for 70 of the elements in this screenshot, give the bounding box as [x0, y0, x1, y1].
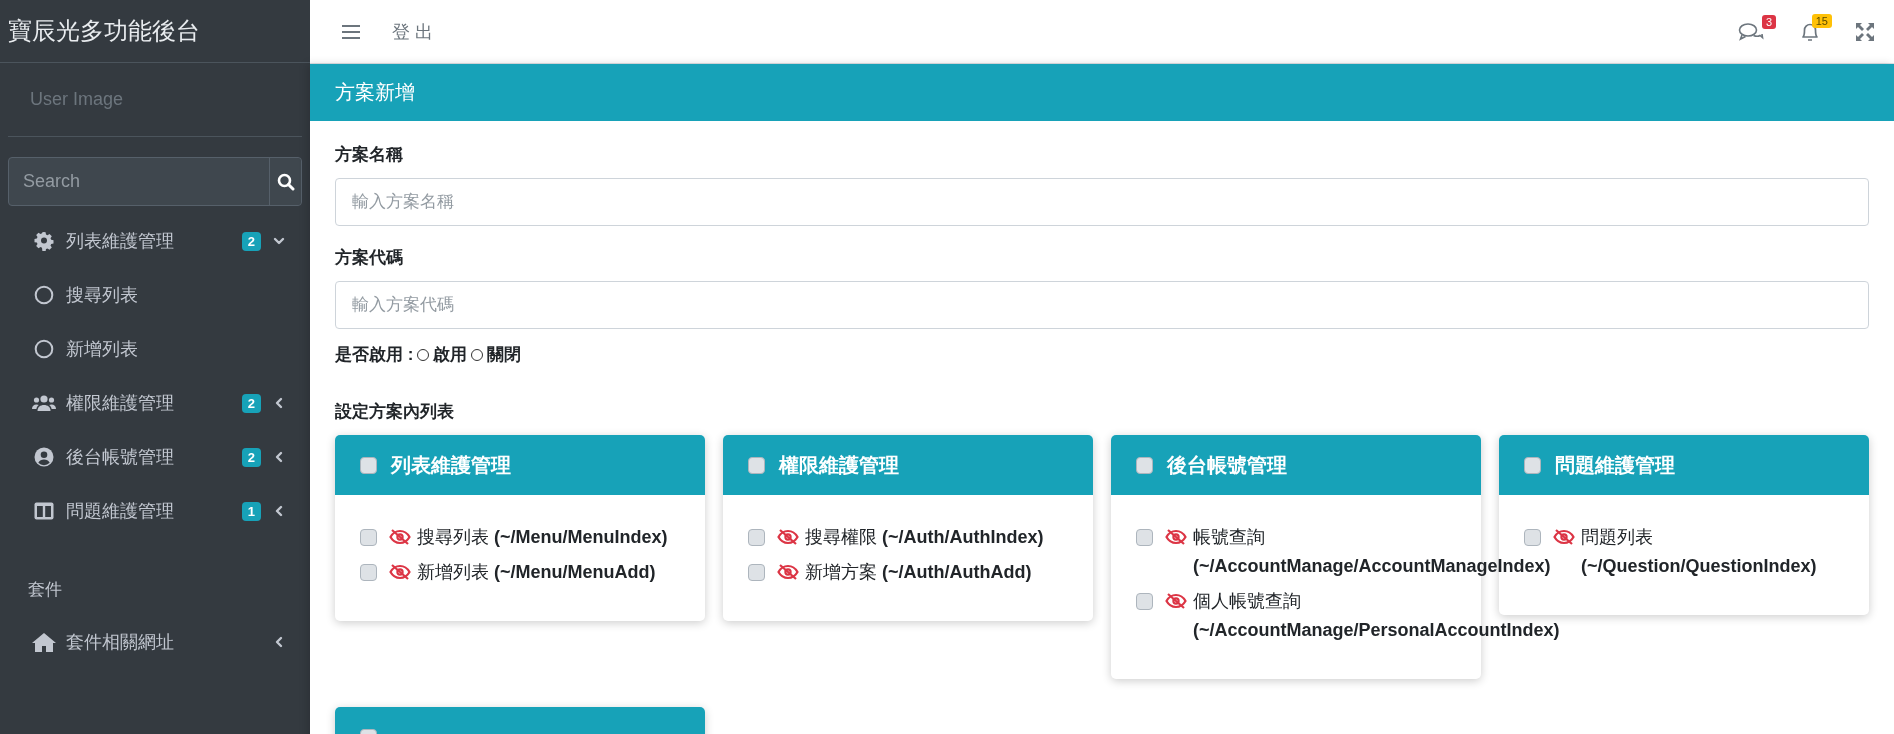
- checkbox[interactable]: [748, 529, 765, 546]
- checkbox[interactable]: [1136, 456, 1153, 474]
- search-field[interactable]: Search: [8, 157, 302, 206]
- radio-label: 啟用: [433, 344, 468, 366]
- menu-path-label: (~/Menu/MenuIndex): [494, 526, 668, 549]
- menu-item-label: 搜尋列表: [417, 526, 489, 549]
- field-label: 方案代碼: [335, 247, 404, 269]
- nav-submenu-item[interactable]: 搜尋列表: [0, 268, 310, 322]
- nav-submenu-item[interactable]: 新增列表: [0, 322, 310, 376]
- card-title: 問題維護管理: [1555, 452, 1675, 478]
- home-icon: [30, 632, 58, 652]
- menu-path-label: (~/Question/QuestionIndex): [1581, 555, 1817, 578]
- checkbox[interactable]: [1136, 529, 1153, 546]
- nav-label: 列表維護管理: [66, 230, 175, 253]
- fullscreen-icon[interactable]: [1856, 22, 1874, 41]
- field-label: 是否啟用 :: [335, 344, 414, 366]
- chat-bubbles-icon[interactable]: [1738, 21, 1764, 42]
- count-badge: 1: [241, 501, 261, 521]
- menu-path-label: (~/AccountManage/AccountManageIndex): [1193, 555, 1551, 578]
- menu-item-label: 帳號查詢: [1193, 526, 1265, 549]
- checkbox[interactable]: [1524, 456, 1541, 474]
- menu-path-label: (~/Menu/MenuAdd): [494, 561, 656, 584]
- menu-path-label: (~/Auth/AuthIndex): [882, 526, 1044, 549]
- users-icon: [30, 394, 58, 412]
- nav-label: 問題維護管理: [66, 500, 175, 523]
- checkbox[interactable]: [748, 456, 765, 474]
- text-input[interactable]: 輸入方案代碼: [335, 281, 1869, 329]
- nav-menu-item[interactable]: 權限維護管理 2: [0, 376, 310, 430]
- checkbox[interactable]: [748, 564, 765, 581]
- count-badge: 2: [241, 447, 261, 467]
- count-badge: 2: [241, 231, 261, 251]
- nav-menu-item[interactable]: 問題維護管理 1: [0, 484, 310, 538]
- nav-section-header: 套件: [27, 579, 63, 601]
- nav-label: 後台帳號管理: [66, 446, 175, 469]
- menu-path-label: (~/Auth/AuthAdd): [882, 561, 1032, 584]
- search-button[interactable]: [269, 158, 301, 205]
- nav-menu-item[interactable]: 套件相關網址: [0, 615, 310, 669]
- count-badge: 2: [241, 393, 261, 413]
- checkbox[interactable]: [1136, 593, 1153, 610]
- card-title: 後台帳號管理: [1167, 452, 1287, 478]
- page-title: 方案新增: [335, 80, 415, 105]
- menu-item-label: 新增方案: [805, 561, 877, 584]
- nav-label: 搜尋列表: [66, 284, 139, 307]
- card-title: 權限維護管理: [779, 452, 899, 478]
- checkbox[interactable]: [1524, 529, 1541, 546]
- checkbox[interactable]: [360, 456, 377, 474]
- menu-path-label: (~/AccountManage/PersonalAccountIndex): [1193, 619, 1560, 642]
- notification-count-badge: 15: [1811, 13, 1832, 28]
- field-label: 方案名稱: [335, 144, 404, 166]
- message-count-badge: 3: [1761, 14, 1776, 29]
- checkbox[interactable]: [360, 564, 377, 581]
- nav-label: 套件相關網址: [66, 631, 175, 654]
- section-title: 設定方案內列表: [335, 401, 455, 423]
- menu-item-label: 新增列表: [417, 561, 489, 584]
- menu-item-label: 問題列表: [1581, 526, 1653, 549]
- logout-link[interactable]: 登 出: [392, 19, 433, 44]
- card-title: 列表維護管理: [391, 452, 511, 478]
- menu-icon[interactable]: [342, 23, 360, 40]
- text-input[interactable]: 輸入方案名稱: [335, 178, 1869, 226]
- search-icon: [276, 172, 295, 191]
- nav-menu-item[interactable]: 後台帳號管理 2: [0, 430, 310, 484]
- search-input[interactable]: Search: [9, 158, 269, 205]
- menu-item-label: 個人帳號查詢: [1193, 590, 1301, 613]
- nav-menu-item[interactable]: 列表維護管理 2: [0, 214, 310, 268]
- user-image-alt-text: User Image: [30, 89, 124, 110]
- nav-label: 新增列表: [66, 338, 139, 361]
- checkbox[interactable]: [360, 529, 377, 546]
- menu-item-label: 搜尋權限: [805, 526, 877, 549]
- nav-label: 權限維護管理: [66, 392, 175, 415]
- radio-label: 關閉: [487, 344, 522, 366]
